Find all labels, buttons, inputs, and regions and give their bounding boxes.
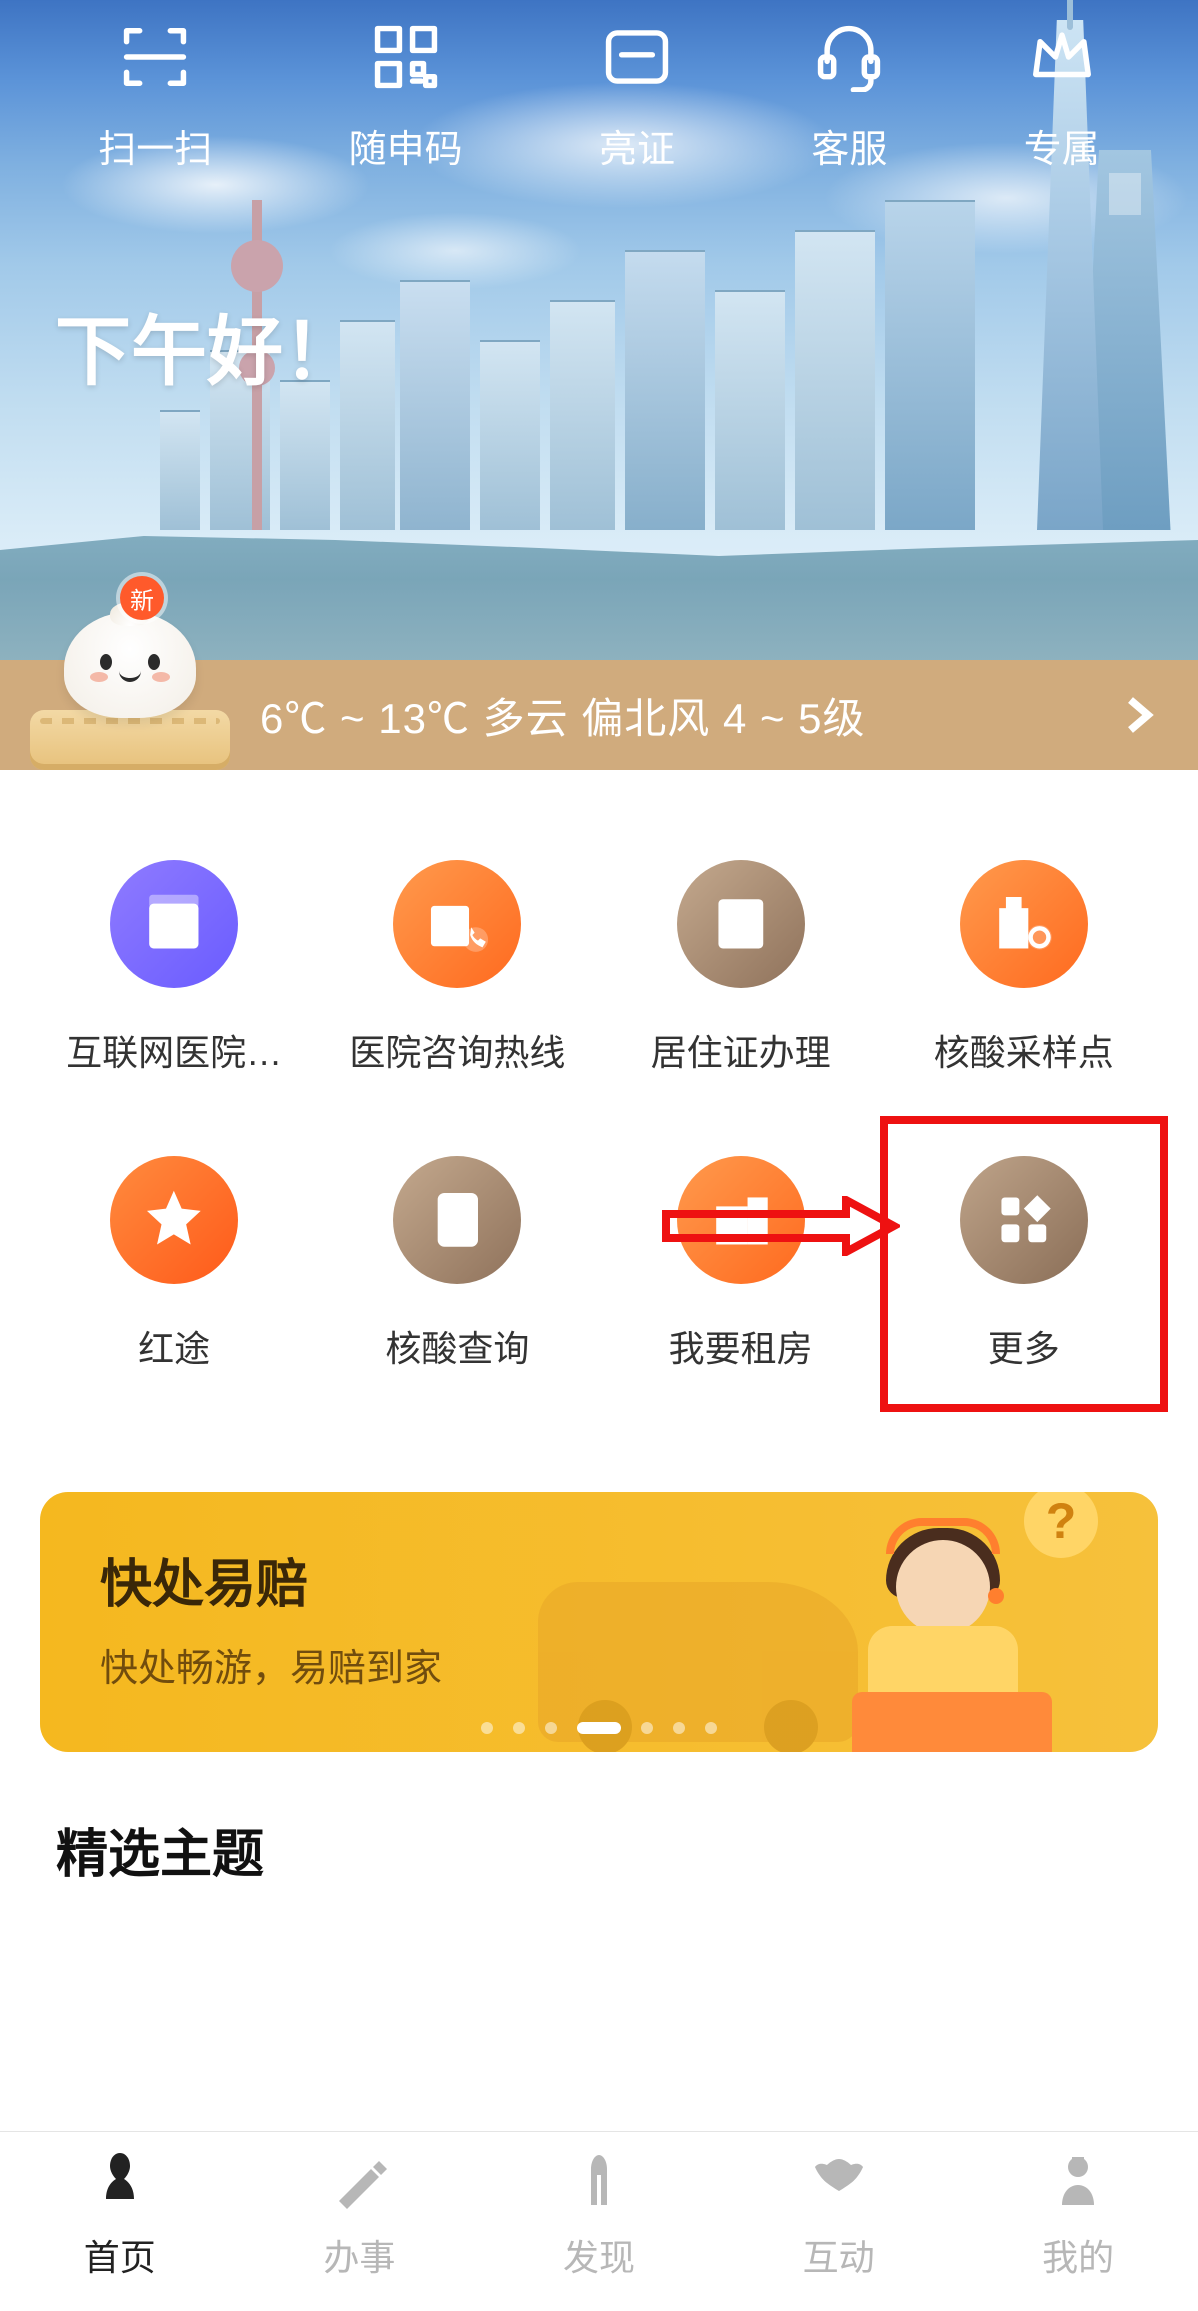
mascot-slot: 新 [0, 660, 260, 770]
service-nucleic-site[interactable]: 核酸采样点 [890, 860, 1158, 1076]
idcard-icon [602, 22, 672, 92]
tab-home[interactable]: 首页 [84, 2149, 156, 2281]
promo-banner[interactable]: ? 快处易赔 快处畅游，易赔到家 [40, 1492, 1158, 1752]
service-label: 核酸查询 [385, 1320, 529, 1372]
home-tab-icon [88, 2149, 152, 2213]
discover-tab-icon [567, 2149, 631, 2213]
top-shortcuts-bar: 扫一扫 随申码 亮证 客服 专属 [0, 0, 1198, 173]
greeting-text: 下午好！ [55, 290, 359, 400]
weather-text: 6℃ ~ 13℃ 多云 偏北风 4 ~ 5级 [260, 685, 1118, 746]
support-icon [814, 22, 884, 92]
chevron-right-icon [1118, 695, 1158, 735]
tab-service[interactable]: 办事 [323, 2149, 395, 2281]
shortcut-label: 客服 [811, 118, 887, 173]
shortcut-exclusive[interactable]: 专属 [1024, 22, 1100, 173]
mine-tab-icon [1046, 2149, 1110, 2213]
shortcut-support[interactable]: 客服 [811, 22, 887, 173]
tab-discover[interactable]: 发现 [563, 2149, 635, 2281]
shortcut-label: 扫一扫 [98, 118, 212, 173]
tab-interact[interactable]: 互动 [803, 2149, 875, 2281]
service-label: 互联网医院… [66, 1024, 282, 1076]
residence-icon [677, 860, 805, 988]
nucleic-query-icon [393, 1156, 521, 1284]
mascot-bao[interactable]: 新 [30, 600, 230, 770]
rent-icon [677, 1156, 805, 1284]
section-title: 精选主题 [56, 1812, 1142, 1887]
service-hongtu[interactable]: 红途 [40, 1156, 308, 1372]
service-tab-icon [327, 2149, 391, 2213]
services-grid: 互联网医院… 医院咨询热线 居住证办理 核酸采样点 红途 [0, 770, 1198, 1462]
hongtu-icon [110, 1156, 238, 1284]
weather-bar[interactable]: 新 6℃ ~ 13℃ 多云 偏北风 4 ~ 5级 [0, 660, 1198, 770]
hotline-icon [393, 860, 521, 988]
tab-label: 我的 [1042, 2229, 1114, 2281]
hero-banner: 扫一扫 随申码 亮证 客服 专属 下午好！ [0, 0, 1198, 660]
scan-icon [120, 22, 190, 92]
carousel-dots[interactable] [481, 1722, 717, 1734]
service-label: 红途 [138, 1320, 210, 1372]
interact-tab-icon [807, 2149, 871, 2213]
promo-subtitle: 快处畅游，易赔到家 [100, 1637, 1098, 1692]
shortcut-label: 亮证 [599, 118, 675, 173]
tab-mine[interactable]: 我的 [1042, 2149, 1114, 2281]
service-label: 更多 [988, 1320, 1060, 1372]
shortcut-label: 专属 [1024, 118, 1100, 173]
shortcut-liangzheng[interactable]: 亮证 [599, 22, 675, 173]
service-label: 核酸采样点 [934, 1024, 1114, 1076]
shortcut-suishenma[interactable]: 随申码 [349, 22, 463, 173]
service-residence-permit[interactable]: 居住证办理 [606, 860, 874, 1076]
tab-label: 发现 [563, 2229, 635, 2281]
service-internet-hospital[interactable]: 互联网医院… [40, 860, 308, 1076]
nucleic-site-icon [960, 860, 1088, 988]
service-hospital-hotline[interactable]: 医院咨询热线 [323, 860, 591, 1076]
more-icon [960, 1156, 1088, 1284]
tab-label: 首页 [84, 2229, 156, 2281]
service-label: 医院咨询热线 [349, 1024, 565, 1076]
crown-icon [1027, 22, 1097, 92]
service-rent-house[interactable]: 我要租房 [606, 1156, 874, 1372]
service-label: 居住证办理 [651, 1024, 831, 1076]
bottom-tab-bar: 首页 办事 发现 互动 我的 [0, 2131, 1198, 2311]
tab-label: 互动 [803, 2229, 875, 2281]
shortcut-label: 随申码 [349, 118, 463, 173]
qrcode-icon [371, 22, 441, 92]
new-badge: 新 [120, 576, 164, 620]
service-more[interactable]: 更多 [890, 1156, 1158, 1372]
tab-label: 办事 [323, 2229, 395, 2281]
service-nucleic-query[interactable]: 核酸查询 [323, 1156, 591, 1372]
service-label: 我要租房 [669, 1320, 813, 1372]
hospital-icon [110, 860, 238, 988]
shortcut-scan[interactable]: 扫一扫 [98, 22, 212, 173]
